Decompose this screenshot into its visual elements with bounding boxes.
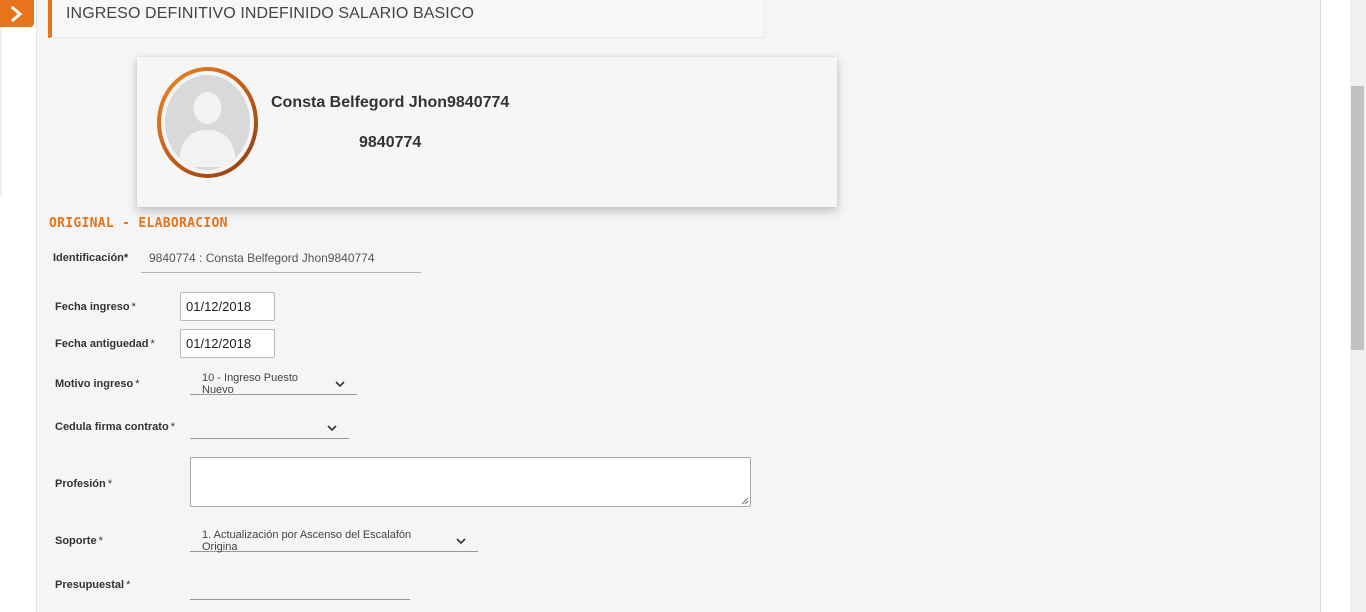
- fecha-antiguedad-label-text: Fecha antiguedad: [55, 338, 149, 350]
- chevron-right-icon: [10, 5, 23, 22]
- presupuestal-input[interactable]: [190, 577, 410, 600]
- page-title: INGRESO DEFINITIVO INDEFINIDO SALARIO BA…: [66, 5, 475, 22]
- sidebar-edge: [0, 27, 3, 197]
- scrollbar-thumb[interactable]: [1351, 86, 1364, 350]
- required-mark: *: [126, 579, 131, 591]
- section-title: ORIGINAL - ELABORACION: [49, 216, 228, 231]
- soporte-label-text: Soporte: [55, 535, 97, 547]
- sidebar-toggle-button[interactable]: [0, 0, 34, 27]
- required-mark: *: [107, 478, 113, 490]
- avatar: [157, 67, 258, 178]
- cedula-firma-label-text: Cedula firma contrato: [55, 421, 169, 433]
- profile-name: Consta Belfegord Jhon9840774: [271, 94, 510, 111]
- presupuestal-label: Presupuestal *: [55, 579, 130, 591]
- chevron-down-icon: [456, 537, 466, 544]
- profesion-label: Profesión *: [55, 478, 112, 490]
- motivo-ingreso-select[interactable]: 10 - Ingreso Puesto Nuevo: [190, 371, 357, 396]
- resize-grip-icon[interactable]: [741, 497, 749, 505]
- main-content: INGRESO DEFINITIVO INDEFINIDO SALARIO BA…: [36, 0, 1321, 612]
- required-mark: *: [135, 378, 140, 390]
- soporte-select[interactable]: 1. Actualización por Ascenso del Escalaf…: [190, 528, 478, 553]
- motivo-ingreso-label: Motivo ingreso *: [55, 378, 140, 390]
- required-mark: *: [131, 301, 136, 313]
- motivo-ingreso-value: 10 - Ingreso Puesto Nuevo: [202, 371, 299, 396]
- user-silhouette-icon: [179, 92, 236, 167]
- chevron-down-icon: [327, 424, 337, 431]
- cedula-firma-label: Cedula firma contrato *: [55, 421, 175, 433]
- page-header: INGRESO DEFINITIVO INDEFINIDO SALARIO BA…: [48, 0, 765, 38]
- soporte-value: 1. Actualización por Ascenso del Escalaf…: [202, 528, 412, 553]
- soporte-label: Soporte *: [55, 535, 103, 547]
- fecha-antiguedad-label: Fecha antiguedad *: [55, 338, 155, 350]
- chevron-down-icon: [335, 380, 345, 387]
- fecha-antiguedad-input[interactable]: [180, 329, 275, 358]
- profesion-textarea[interactable]: [190, 457, 751, 507]
- required-mark: *: [170, 421, 175, 433]
- fecha-ingreso-input[interactable]: [180, 292, 275, 321]
- presupuestal-label-text: Presupuestal: [55, 579, 125, 591]
- fecha-ingreso-label-text: Fecha ingreso: [55, 301, 130, 313]
- profesion-label-text: Profesión: [55, 478, 106, 490]
- profile-card: Consta Belfegord Jhon9840774 9840774: [137, 57, 837, 207]
- profile-id: 9840774: [359, 134, 422, 151]
- fecha-ingreso-label: Fecha ingreso *: [55, 301, 136, 313]
- identificacion-label: Identificación*: [53, 252, 128, 264]
- identificacion-label-text: Identificación*: [53, 252, 129, 264]
- required-mark: *: [98, 535, 103, 547]
- identificacion-field: 9840774 : Consta Belfegord Jhon9840774: [141, 244, 421, 273]
- cedula-firma-select[interactable]: [190, 417, 349, 439]
- motivo-ingreso-label-text: Motivo ingreso: [55, 378, 134, 390]
- required-mark: *: [150, 338, 155, 350]
